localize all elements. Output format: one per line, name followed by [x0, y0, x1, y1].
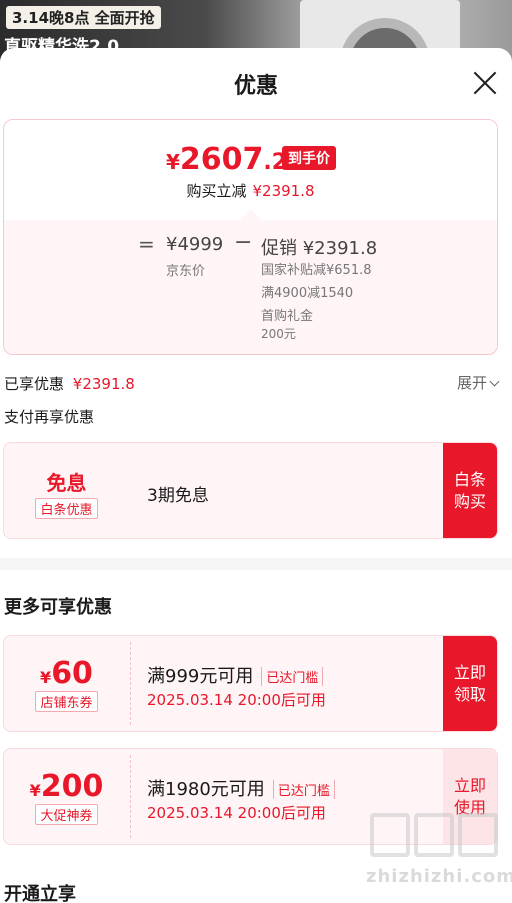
coupon-card: ¥60 店铺东券 满999元可用 已达门槛 2025.03.14 20:00后可用…: [3, 635, 498, 732]
more-section-title: 更多可享优惠: [4, 597, 112, 618]
minus-sign: −: [234, 230, 253, 255]
coupon-time: 2025.03.14 20:00后可用: [147, 691, 326, 709]
threshold-reached-badge: 已达门槛: [261, 667, 324, 686]
coupon-tag: 大促神券: [35, 804, 98, 825]
promo-detail: 国家补贴减¥651.8: [261, 263, 372, 278]
section-gap: [0, 558, 512, 570]
price-breakdown-card: ¥2607.2 到手价 购买立减 ¥2391.8 = ¥4999 京东价 − 促销…: [3, 119, 498, 355]
promo-detail: 首购礼金: [261, 309, 314, 324]
close-icon[interactable]: [472, 70, 498, 96]
coupon-condition: 满999元可用 已达门槛: [147, 662, 324, 688]
chevron-down-icon: [489, 376, 500, 387]
coupon-big-text: 免息: [46, 471, 87, 495]
claim-coupon-button[interactable]: 立即 领取: [443, 636, 497, 731]
coupon-desc: 3期免息: [147, 486, 209, 506]
promo-detail: 200元: [261, 327, 296, 341]
coupon-amount: ¥60: [40, 656, 93, 691]
original-price: ¥4999: [166, 234, 224, 255]
coupon-time: 2025.03.14 20:00后可用: [147, 804, 326, 822]
promo-detail: 满4900减1540: [261, 286, 354, 301]
original-price-label: 京东价: [166, 264, 206, 279]
coupon-tag: 白条优惠: [35, 498, 98, 519]
equals-sign: =: [138, 232, 155, 256]
coupon-condition: 满1980元可用 已达门槛: [147, 775, 335, 801]
banner-line1: 3.14晚8点 全面开抢: [6, 6, 161, 29]
promo-total: 促销 ¥2391.8: [261, 238, 378, 259]
site-watermark: zhizhizhi.com: [362, 813, 512, 893]
coupon-amount: ¥200: [29, 769, 104, 804]
coupon-tag: 店铺东券: [35, 691, 98, 712]
baitiao-coupon: 免息 白条优惠 3期免息 白条 购买: [3, 442, 498, 539]
pay-more-label: 支付再享优惠: [4, 408, 95, 426]
enjoyed-discount: 已享优惠 ¥2391.8: [4, 375, 135, 393]
final-price: ¥2607.2: [166, 142, 288, 177]
instant-discount: 购买立减 ¥2391.8: [186, 182, 315, 200]
baitiao-buy-button[interactable]: 白条 购买: [443, 443, 497, 538]
sheet-title: 优惠: [233, 74, 278, 99]
expand-button[interactable]: 展开: [457, 372, 500, 393]
arrive-price-badge: 到手价: [282, 146, 336, 170]
open-section-title: 开通立享: [4, 884, 76, 903]
threshold-reached-badge: 已达门槛: [272, 780, 335, 799]
discount-sheet: 优惠 ¥2607.2 到手价 购买立减 ¥2391.8 = ¥4999 京东价 −…: [0, 48, 512, 903]
